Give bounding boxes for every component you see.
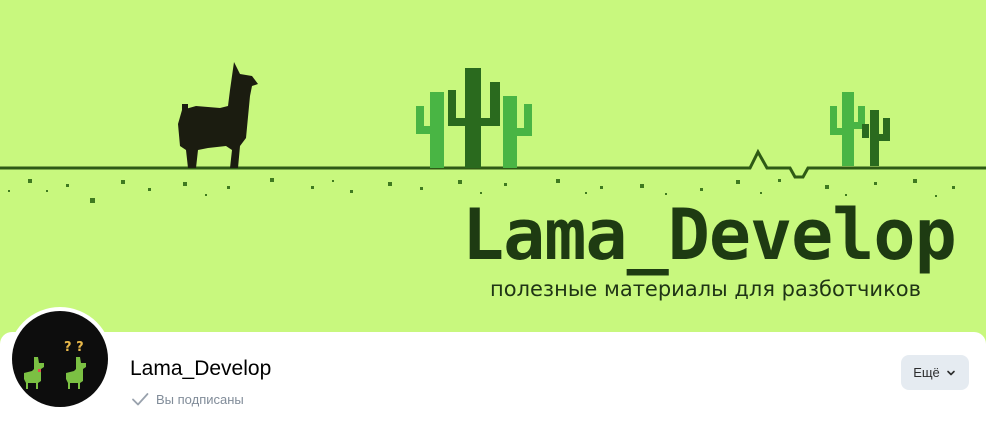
more-button[interactable]: Ещё — [901, 355, 969, 390]
horizon-line — [0, 148, 986, 179]
cover-title: Lama_Develop — [462, 194, 957, 276]
more-button-label: Ещё — [913, 365, 940, 380]
check-icon — [132, 393, 149, 406]
avatar-image: ? ? — [12, 311, 108, 407]
avatar-question-marks: ? ? — [64, 340, 84, 355]
cactus-group-right — [830, 92, 890, 166]
cactus-group-left — [416, 68, 532, 168]
group-name[interactable]: Lama_Develop — [130, 356, 271, 382]
cover-subtitle: полезные материалы для разботчиков — [490, 277, 921, 301]
subscription-status[interactable]: Вы подписаны — [130, 389, 244, 409]
subscription-status-label: Вы подписаны — [156, 391, 244, 407]
llama-silhouette — [178, 62, 258, 168]
chevron-down-icon — [946, 370, 955, 375]
avatar-llamas-icon: ? ? — [24, 340, 86, 389]
cover-image: Lama_Develop полезные материалы для разб… — [0, 0, 986, 345]
avatar[interactable]: ? ? — [8, 307, 112, 411]
